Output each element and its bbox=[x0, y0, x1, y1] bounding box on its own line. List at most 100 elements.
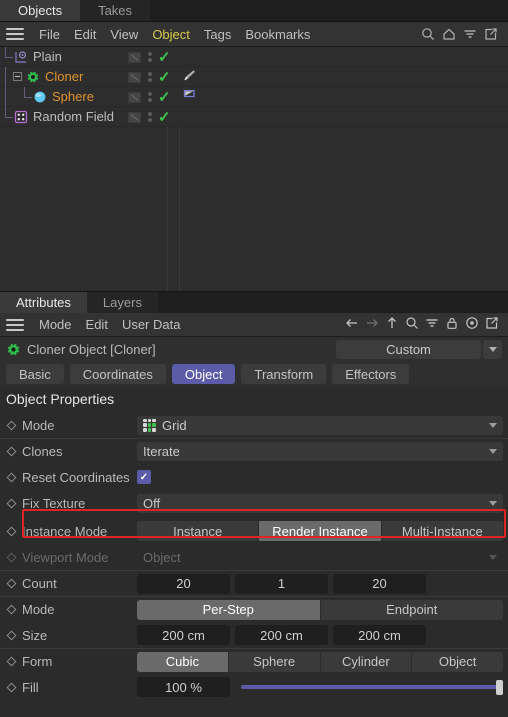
expander-toggle[interactable] bbox=[13, 72, 22, 81]
menu-mode[interactable]: Mode bbox=[32, 312, 79, 337]
reset-coordinates-checkbox[interactable]: ✓ bbox=[137, 470, 151, 484]
keyframe-diamond-icon[interactable] bbox=[6, 578, 17, 589]
count-field-z[interactable]: 20 bbox=[333, 573, 426, 594]
count-field-x[interactable]: 20 bbox=[137, 573, 230, 594]
tree-row-random-field[interactable]: Random Field ✓ bbox=[0, 106, 508, 127]
keyframe-diamond-icon[interactable] bbox=[6, 682, 17, 692]
object-manager-tabbar: Objects Takes bbox=[0, 0, 508, 22]
size-field-y[interactable]: 200 cm bbox=[235, 625, 328, 645]
fill-slider[interactable] bbox=[235, 677, 503, 697]
keyframe-diamond-icon bbox=[6, 552, 17, 562]
expand-icon[interactable] bbox=[485, 316, 499, 333]
preset-value[interactable]: Custom bbox=[336, 339, 481, 359]
instance-mode-option-multi-instance[interactable]: Multi-Instance bbox=[381, 521, 503, 541]
keyframe-diamond-icon[interactable] bbox=[6, 472, 17, 482]
property-label: Instance Mode bbox=[22, 523, 108, 539]
enable-check-icon[interactable]: ✓ bbox=[158, 110, 171, 125]
tab-effectors[interactable]: Effectors bbox=[332, 364, 410, 384]
instance-mode-option-instance[interactable]: Instance bbox=[137, 521, 260, 541]
menu-user-data[interactable]: User Data bbox=[115, 312, 188, 337]
menu-tags[interactable]: Tags bbox=[197, 22, 238, 47]
hamburger-menu-icon[interactable] bbox=[6, 318, 24, 331]
visibility-toggle[interactable] bbox=[128, 51, 141, 63]
fill-value-field[interactable]: 100 % bbox=[137, 677, 230, 697]
keyframe-diamond-icon[interactable] bbox=[6, 526, 17, 536]
count-field-y[interactable]: 1 bbox=[235, 573, 328, 594]
visibility-dots[interactable] bbox=[147, 72, 152, 82]
tree-row-plain[interactable]: Plain ✓ bbox=[0, 47, 508, 67]
search-icon[interactable] bbox=[405, 316, 419, 333]
clones-dropdown[interactable]: Iterate bbox=[137, 442, 503, 461]
attribute-subtabs: Basic Coordinates Object Transform Effec… bbox=[0, 361, 508, 387]
target-icon[interactable] bbox=[465, 316, 479, 333]
property-label: Mode bbox=[22, 602, 55, 617]
form-option-object[interactable]: Object bbox=[412, 651, 503, 672]
fill-slider-track[interactable] bbox=[241, 685, 498, 689]
tree-row-cloner[interactable]: Cloner ✓ bbox=[0, 66, 508, 87]
keyframe-diamond-icon[interactable] bbox=[6, 604, 17, 615]
preset-selector[interactable]: Custom bbox=[336, 339, 502, 359]
menu-edit-attr[interactable]: Edit bbox=[79, 312, 115, 337]
filter-icon[interactable] bbox=[463, 27, 477, 41]
tab-attributes[interactable]: Attributes bbox=[0, 292, 87, 313]
tab-transform[interactable]: Transform bbox=[241, 364, 327, 384]
keyframe-diamond-icon[interactable] bbox=[6, 630, 17, 640]
menu-view[interactable]: View bbox=[103, 22, 145, 47]
search-icon[interactable] bbox=[421, 27, 435, 41]
chevron-down-icon bbox=[489, 422, 497, 428]
paintbrush-tag-icon[interactable] bbox=[182, 68, 197, 86]
form-option-cylinder[interactable]: Cylinder bbox=[320, 651, 413, 672]
mode-dropdown[interactable]: Grid bbox=[137, 415, 503, 435]
enable-check-icon[interactable]: ✓ bbox=[158, 50, 171, 65]
visibility-toggle[interactable] bbox=[128, 71, 141, 83]
object-tree[interactable]: Plain ✓ Cloner ✓ Sphere ✓ Random Field ✓ bbox=[0, 47, 508, 291]
up-arrow-icon[interactable] bbox=[385, 316, 399, 333]
tab-takes[interactable]: Takes bbox=[80, 0, 151, 21]
back-arrow-icon[interactable] bbox=[345, 316, 359, 333]
object-manager-icon-group bbox=[421, 27, 502, 41]
form-option-sphere[interactable]: Sphere bbox=[228, 651, 321, 672]
object-manager-menubar: File Edit View Object Tags Bookmarks bbox=[0, 22, 508, 47]
tab-layers[interactable]: Layers bbox=[86, 292, 158, 313]
preset-dropdown-arrow[interactable] bbox=[483, 339, 502, 359]
lock-icon[interactable] bbox=[445, 316, 459, 333]
property-row-size: Size 200 cm 200 cm 200 cm bbox=[0, 622, 508, 648]
expand-icon[interactable] bbox=[484, 27, 498, 41]
menu-object[interactable]: Object bbox=[145, 22, 197, 47]
visibility-dots[interactable] bbox=[147, 52, 152, 62]
flag-tag-icon[interactable] bbox=[182, 88, 197, 106]
menu-edit[interactable]: Edit bbox=[67, 22, 103, 47]
tree-row-sphere[interactable]: Sphere ✓ bbox=[0, 86, 508, 107]
attribute-manager-menubar: Mode Edit User Data bbox=[0, 313, 508, 337]
tab-objects[interactable]: Objects bbox=[0, 0, 81, 21]
visibility-toggle[interactable] bbox=[128, 111, 141, 123]
tab-basic[interactable]: Basic bbox=[6, 364, 64, 384]
keyframe-diamond-icon[interactable] bbox=[6, 446, 17, 457]
tag-cell[interactable] bbox=[182, 87, 197, 107]
menu-file[interactable]: File bbox=[32, 22, 67, 47]
filter-icon[interactable] bbox=[425, 316, 439, 333]
keyframe-diamond-icon[interactable] bbox=[6, 498, 17, 508]
instance-mode-option-render-instance[interactable]: Render Instance bbox=[259, 521, 382, 541]
visibility-dots[interactable] bbox=[147, 92, 152, 102]
forward-arrow-icon[interactable] bbox=[365, 316, 379, 333]
step-mode-option-per-step[interactable]: Per-Step bbox=[137, 599, 321, 620]
keyframe-diamond-icon[interactable] bbox=[6, 656, 17, 667]
menu-bookmarks[interactable]: Bookmarks bbox=[238, 22, 317, 47]
enable-check-icon[interactable]: ✓ bbox=[158, 70, 171, 85]
step-mode-option-endpoint[interactable]: Endpoint bbox=[320, 599, 503, 620]
enable-check-icon[interactable]: ✓ bbox=[158, 90, 171, 105]
fill-slider-handle[interactable] bbox=[496, 679, 503, 695]
size-field-x[interactable]: 200 cm bbox=[137, 625, 230, 645]
fix-texture-dropdown[interactable]: Off bbox=[137, 493, 503, 513]
tab-coordinates[interactable]: Coordinates bbox=[69, 364, 166, 384]
size-field-z[interactable]: 200 cm bbox=[333, 625, 426, 645]
tag-cell[interactable] bbox=[182, 67, 197, 87]
form-option-cubic[interactable]: Cubic bbox=[137, 651, 229, 672]
home-icon[interactable] bbox=[442, 27, 456, 41]
keyframe-diamond-icon[interactable] bbox=[6, 420, 17, 430]
hamburger-menu-icon[interactable] bbox=[6, 28, 24, 40]
visibility-toggle[interactable] bbox=[128, 91, 141, 103]
tab-object[interactable]: Object bbox=[171, 364, 236, 384]
visibility-dots[interactable] bbox=[147, 112, 152, 122]
